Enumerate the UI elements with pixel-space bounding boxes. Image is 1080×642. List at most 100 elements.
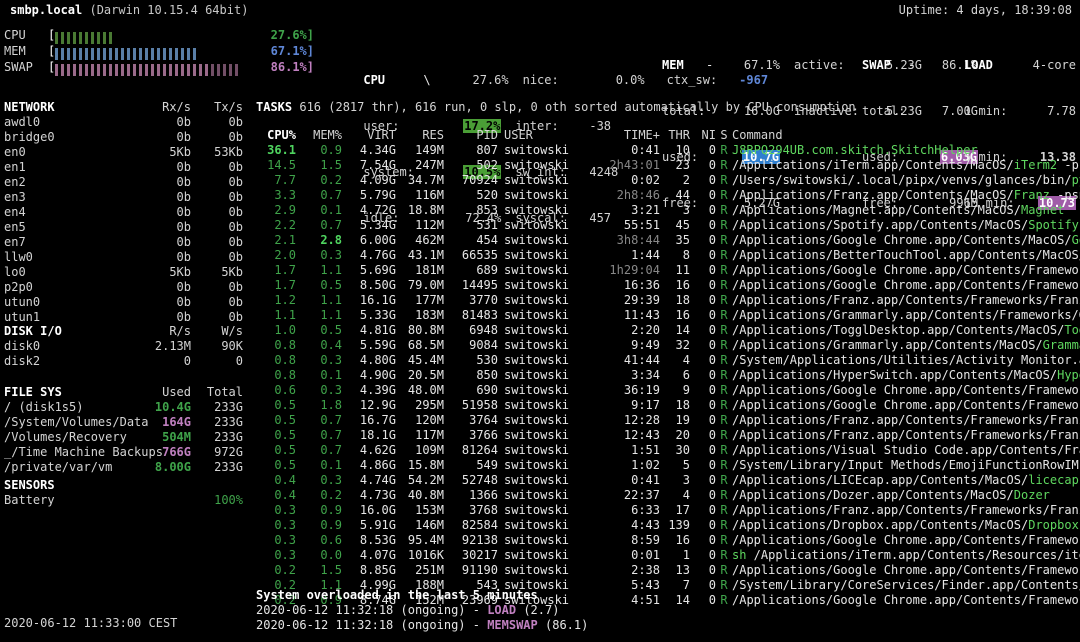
network-name: llw0: [4, 250, 139, 265]
gauge-bar: [175, 48, 178, 60]
command-binary: Dozer: [1014, 488, 1050, 502]
gauge-bar: [127, 32, 130, 44]
cell-pid: 92138: [444, 533, 498, 548]
cell-cpu: 7.7: [256, 173, 296, 188]
sensors-row: Battery100%: [4, 493, 243, 508]
gauge-bar: [211, 32, 214, 44]
gauge-bar: [103, 32, 106, 44]
gauge-bar: [139, 64, 142, 76]
cell-time: 1:51: [586, 443, 660, 458]
command-binary: licecap: [1028, 473, 1079, 487]
cell-thr: 139: [660, 518, 694, 533]
network-name: bridge0: [4, 130, 139, 145]
cell-time: 1h29:04: [586, 263, 660, 278]
mem-percent: 67.1%: [720, 58, 780, 73]
cell-pid: 81264: [444, 443, 498, 458]
cell-user: switowski: [498, 398, 586, 413]
gauge-bar: [235, 32, 238, 44]
gauge-bar: [121, 64, 124, 76]
cell-mem: 0.5: [296, 323, 342, 338]
col-header-pid: PID: [444, 128, 498, 143]
col-header-res: RES: [396, 128, 444, 143]
gauge-bar: [169, 48, 172, 60]
cell-thr: 18: [660, 398, 694, 413]
cell-pid: 66535: [444, 248, 498, 263]
gauge-row-cpu: CPU[: [4, 28, 271, 44]
gauge-bar: [127, 64, 130, 76]
cell-cpu: 0.2: [256, 563, 296, 578]
command-path: /Applications/Google Chrome.app/Contents…: [732, 383, 1080, 397]
cell-user: switowski: [498, 473, 586, 488]
glances-terminal: smbp.local (Darwin 10.15.4 64bit) Uptime…: [0, 0, 1080, 642]
cell-virt: 5.59G: [342, 338, 396, 353]
gauge-bar: [115, 48, 118, 60]
process-table-header: CPU%MEM%VIRTRESPIDUSERTIME+THRNISCommand: [256, 128, 1080, 143]
alert-value: (86.1): [538, 618, 589, 632]
network-value-1: 0b: [139, 160, 191, 175]
gauge-bar: [253, 64, 256, 76]
command-path: /Applications/HyperSwitch.app/Contents/M…: [732, 368, 1057, 382]
command-path: /Applications/TogglDesktop.app/Contents/…: [732, 323, 1064, 337]
cell-cpu: 1.7: [256, 278, 296, 293]
cell-mem: 0.3: [296, 353, 342, 368]
cell-time: 0:41: [586, 473, 660, 488]
cell-mem: 2.8: [296, 233, 342, 248]
gauge-bar: [157, 48, 160, 60]
cell-user: switowski: [498, 548, 586, 563]
cell-ni: 0: [694, 173, 716, 188]
network-name: utun0: [4, 295, 139, 310]
cell-virt: 4.62G: [342, 443, 396, 458]
gauge-bar: [229, 48, 232, 60]
cell-thr: 7: [660, 578, 694, 593]
gauge-bar: [253, 48, 256, 60]
cell-thr: 4: [660, 353, 694, 368]
gauge-label: CPU: [4, 28, 48, 43]
gauge-bar: [247, 32, 250, 44]
cell-res: 34.7M: [396, 173, 444, 188]
gauge-bar: [247, 48, 250, 60]
gauge-bar: [97, 48, 100, 60]
cell-mem: 0.1: [296, 368, 342, 383]
cell-mem: 0.0: [296, 548, 342, 563]
command-binary: HyperSwitch: [1057, 368, 1080, 382]
cell-command: /Applications/Google Chrome.app/Contents…: [732, 563, 1080, 578]
cell-state: R: [716, 383, 732, 398]
cell-res: 295M: [396, 398, 444, 413]
command-binary: iTerm2: [1014, 158, 1057, 172]
cell-pid: 51958: [444, 398, 498, 413]
cell-mem: 0.2: [296, 488, 342, 503]
cell-cpu: 0.3: [256, 533, 296, 548]
cell-user: switowski: [498, 323, 586, 338]
cell-time: 3:21: [586, 203, 660, 218]
gauge-bar: [187, 32, 190, 44]
cell-res: 247M: [396, 158, 444, 173]
gauge-bar: [145, 48, 148, 60]
cell-mem: 0.7: [296, 218, 342, 233]
command-path: /Applications/BetterTouchTool.app/Conten…: [732, 248, 1080, 262]
cell-mem: 0.9: [296, 143, 342, 158]
gauge-bar: [241, 48, 244, 60]
gauge-bar: [199, 32, 202, 44]
cell-thr: 11: [660, 263, 694, 278]
cell-command: /Applications/Google Chrome.app/Contents…: [732, 278, 1080, 293]
table-row: 14.51.57.54G247M502switowski2h43:01230R/…: [256, 158, 1080, 173]
cell-state: R: [716, 368, 732, 383]
gauge-bar: [55, 48, 58, 60]
cpu-nice-label: nice:: [509, 73, 597, 88]
mem-active-label: active:: [780, 58, 874, 73]
cell-user: switowski: [498, 248, 586, 263]
gauge-bar: [61, 32, 64, 44]
cell-state: R: [716, 263, 732, 278]
table-row: 0.30.95.91G146M82584switowski4:431390R/A…: [256, 518, 1080, 533]
network-col2-header: Tx/s: [191, 100, 243, 115]
cell-state: R: [716, 593, 732, 608]
command-path: /Applications/Grammarly.app/Contents/Fra…: [732, 308, 1080, 322]
network-row: en10b0b: [4, 160, 243, 175]
cell-cpu: 0.8: [256, 338, 296, 353]
cell-pid: 530: [444, 353, 498, 368]
cell-ni: 0: [694, 188, 716, 203]
cell-mem: 0.7: [296, 443, 342, 458]
command-path: /Applications/LICEcap.app/Contents/MacOS…: [732, 473, 1028, 487]
network-col1-header: Rx/s: [139, 100, 191, 115]
network-name: p2p0: [4, 280, 139, 295]
